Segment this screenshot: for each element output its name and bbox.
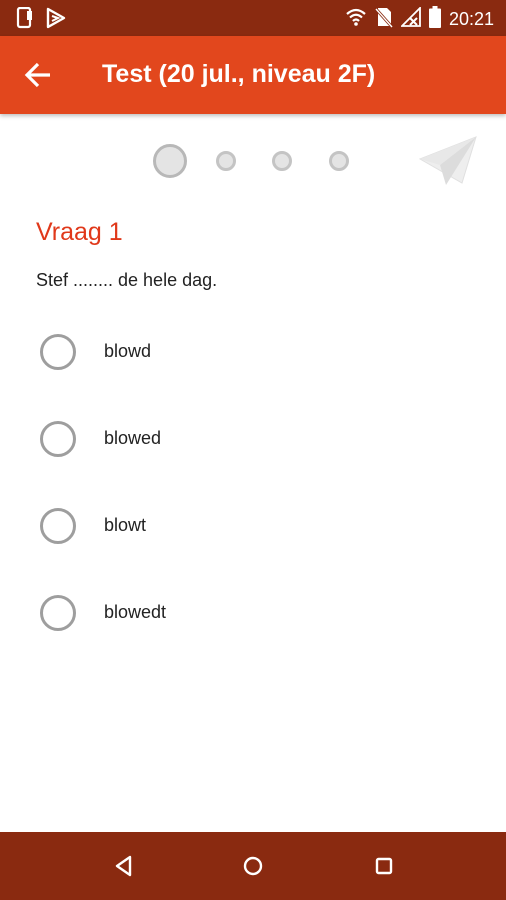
- phone-icon: [16, 6, 34, 34]
- question-text: Stef ........ de hele dag.: [36, 270, 218, 290]
- app-bar: Test (20 jul., niveau 2F): [0, 36, 506, 114]
- arrow-left-icon: [22, 62, 54, 94]
- radio-button[interactable]: [40, 595, 76, 631]
- answer-option-3[interactable]: blowt: [36, 501, 476, 551]
- nav-back-button[interactable]: [108, 850, 140, 882]
- progress-step-4[interactable]: [329, 151, 349, 171]
- status-right-icons: 20:21: [345, 5, 494, 33]
- back-triangle-icon: [108, 855, 140, 886]
- radio-button[interactable]: [40, 334, 76, 370]
- radio-button[interactable]: [40, 421, 76, 457]
- send-button[interactable]: [418, 135, 478, 187]
- answer-label: blowd: [104, 341, 152, 361]
- answer-label: blowed: [104, 428, 162, 448]
- nav-home-button[interactable]: [237, 850, 269, 882]
- back-button[interactable]: [22, 60, 54, 90]
- battery-icon: [428, 6, 441, 33]
- status-bar: 20:21: [0, 0, 506, 36]
- answer-option-1[interactable]: blowd: [36, 327, 476, 377]
- answer-option-4[interactable]: blowedt: [36, 588, 476, 638]
- play-store-icon: [46, 7, 66, 34]
- status-left-icons: [16, 6, 66, 34]
- answer-label: blowedt: [104, 602, 167, 622]
- paper-plane-icon: [418, 136, 478, 191]
- progress-step-1[interactable]: [153, 144, 187, 178]
- home-circle-icon: [237, 856, 269, 886]
- wifi-icon: [345, 7, 367, 32]
- answer-option-2[interactable]: blowed: [36, 414, 476, 464]
- progress-step-3[interactable]: [272, 151, 292, 171]
- answer-label: blowt: [104, 515, 147, 535]
- system-nav-bar: [0, 832, 506, 900]
- clock: 20:21: [448, 9, 494, 29]
- page-title: Test (20 jul., niveau 2F): [102, 60, 376, 88]
- nav-recents-button[interactable]: [368, 850, 400, 882]
- no-sim-icon: [374, 6, 394, 33]
- no-signal-icon: [399, 5, 421, 32]
- recents-square-icon: [368, 857, 400, 886]
- question-title: Vraag 1: [36, 218, 123, 246]
- progress-step-2[interactable]: [216, 151, 236, 171]
- radio-button[interactable]: [40, 508, 76, 544]
